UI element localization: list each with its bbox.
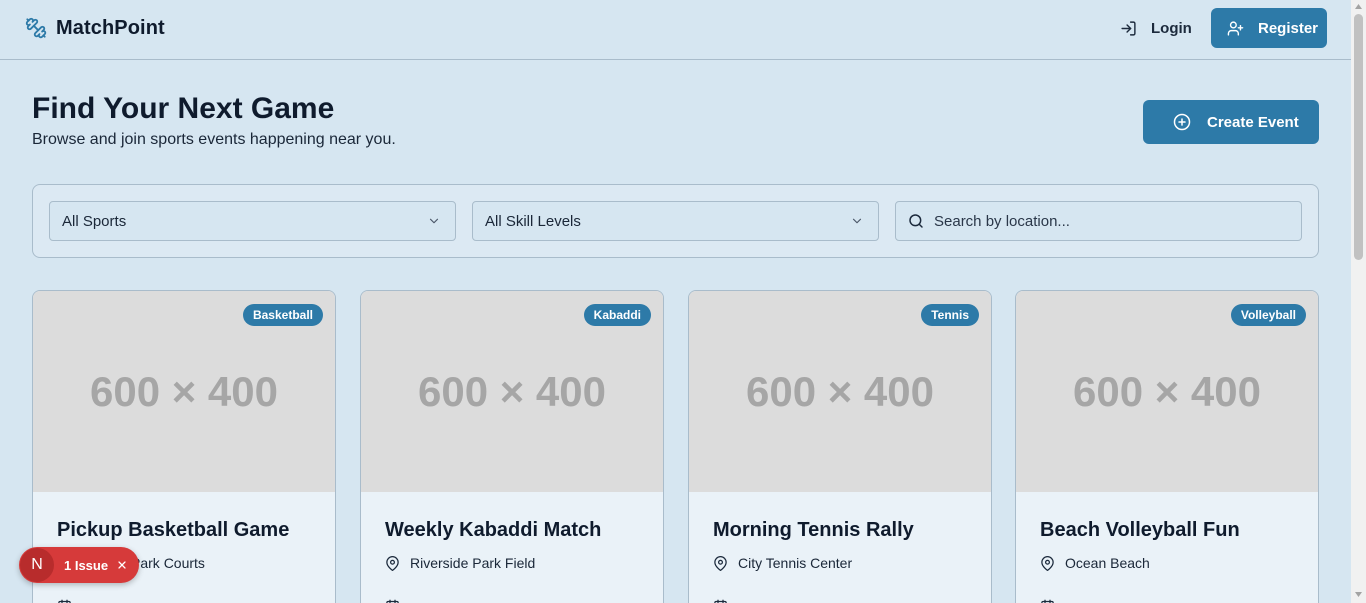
chevron-down-icon	[852, 218, 862, 224]
login-label: Login	[1151, 19, 1192, 37]
vertical-scrollbar[interactable]	[1351, 0, 1366, 603]
search-icon	[909, 214, 923, 228]
location-search[interactable]	[895, 201, 1302, 241]
brand-name: MatchPoint	[56, 16, 165, 39]
register-button[interactable]: Register	[1211, 8, 1327, 48]
calendar-icon	[58, 599, 71, 603]
scrollbar-thumb[interactable]	[1354, 14, 1363, 260]
sport-badge: Basketball	[242, 304, 323, 326]
event-location: City Tennis Center	[713, 555, 852, 571]
calendar-icon	[1041, 599, 1054, 603]
event-card[interactable]: 600 × 400 Kabaddi Weekly Kabaddi Match R…	[360, 290, 664, 603]
map-pin-icon	[714, 555, 727, 571]
page-title: Find Your Next Game	[32, 92, 335, 125]
sport-select[interactable]: All Sports	[49, 201, 456, 241]
skill-level-select[interactable]: All Skill Levels	[472, 201, 879, 241]
sport-select-value: All Sports	[62, 212, 127, 230]
event-location: Riverside Park Field	[385, 555, 535, 571]
scroll-up-arrow-icon[interactable]	[1355, 4, 1362, 9]
dumbbell-logo-icon	[25, 17, 47, 39]
event-title: Morning Tennis Rally	[713, 519, 914, 541]
scroll-down-arrow-icon[interactable]	[1355, 592, 1362, 597]
event-title: Weekly Kabaddi Match	[385, 519, 602, 541]
filter-panel: All Sports All Skill Levels	[32, 184, 1319, 258]
event-location: Ocean Beach	[1040, 555, 1150, 571]
issues-indicator[interactable]: N 1 Issue	[19, 547, 139, 583]
create-event-button[interactable]: Create Event	[1143, 100, 1319, 144]
skill-select-value: All Skill Levels	[485, 212, 581, 230]
event-card[interactable]: 600 × 400 Tennis Morning Tennis Rally Ci…	[688, 290, 992, 603]
sport-badge: Tennis	[921, 304, 979, 326]
issues-count-label[interactable]: 1 Issue	[64, 558, 108, 573]
sport-badge: Volleyball	[1230, 304, 1306, 326]
event-location-text: Riverside Park Field	[410, 555, 536, 571]
brand[interactable]: MatchPoint	[25, 16, 165, 40]
map-pin-icon	[386, 555, 399, 571]
calendar-icon	[386, 599, 399, 603]
plus-circle-icon	[1173, 113, 1191, 131]
login-button[interactable]: Login	[1112, 8, 1198, 48]
event-title: Pickup Basketball Game	[57, 519, 290, 541]
top-navbar: MatchPoint Login Register	[0, 0, 1351, 60]
chevron-down-icon	[429, 218, 439, 224]
user-plus-icon	[1227, 20, 1244, 36]
create-event-label: Create Event	[1207, 113, 1299, 131]
map-pin-icon	[1041, 555, 1054, 571]
issues-avatar[interactable]: N	[20, 548, 54, 582]
event-card[interactable]: 600 × 400 Volleyball Beach Volleyball Fu…	[1015, 290, 1319, 603]
event-title: Beach Volleyball Fun	[1040, 519, 1240, 541]
register-label: Register	[1258, 19, 1319, 37]
event-location-text: City Tennis Center	[738, 555, 853, 571]
location-search-input[interactable]	[934, 212, 1274, 230]
page-subtitle: Browse and join sports events happening …	[32, 131, 396, 148]
sport-badge: Kabaddi	[583, 304, 651, 326]
calendar-icon	[714, 599, 727, 603]
close-icon[interactable]	[116, 559, 128, 571]
log-in-icon	[1121, 20, 1136, 36]
event-location-text: Ocean Beach	[1065, 555, 1150, 571]
